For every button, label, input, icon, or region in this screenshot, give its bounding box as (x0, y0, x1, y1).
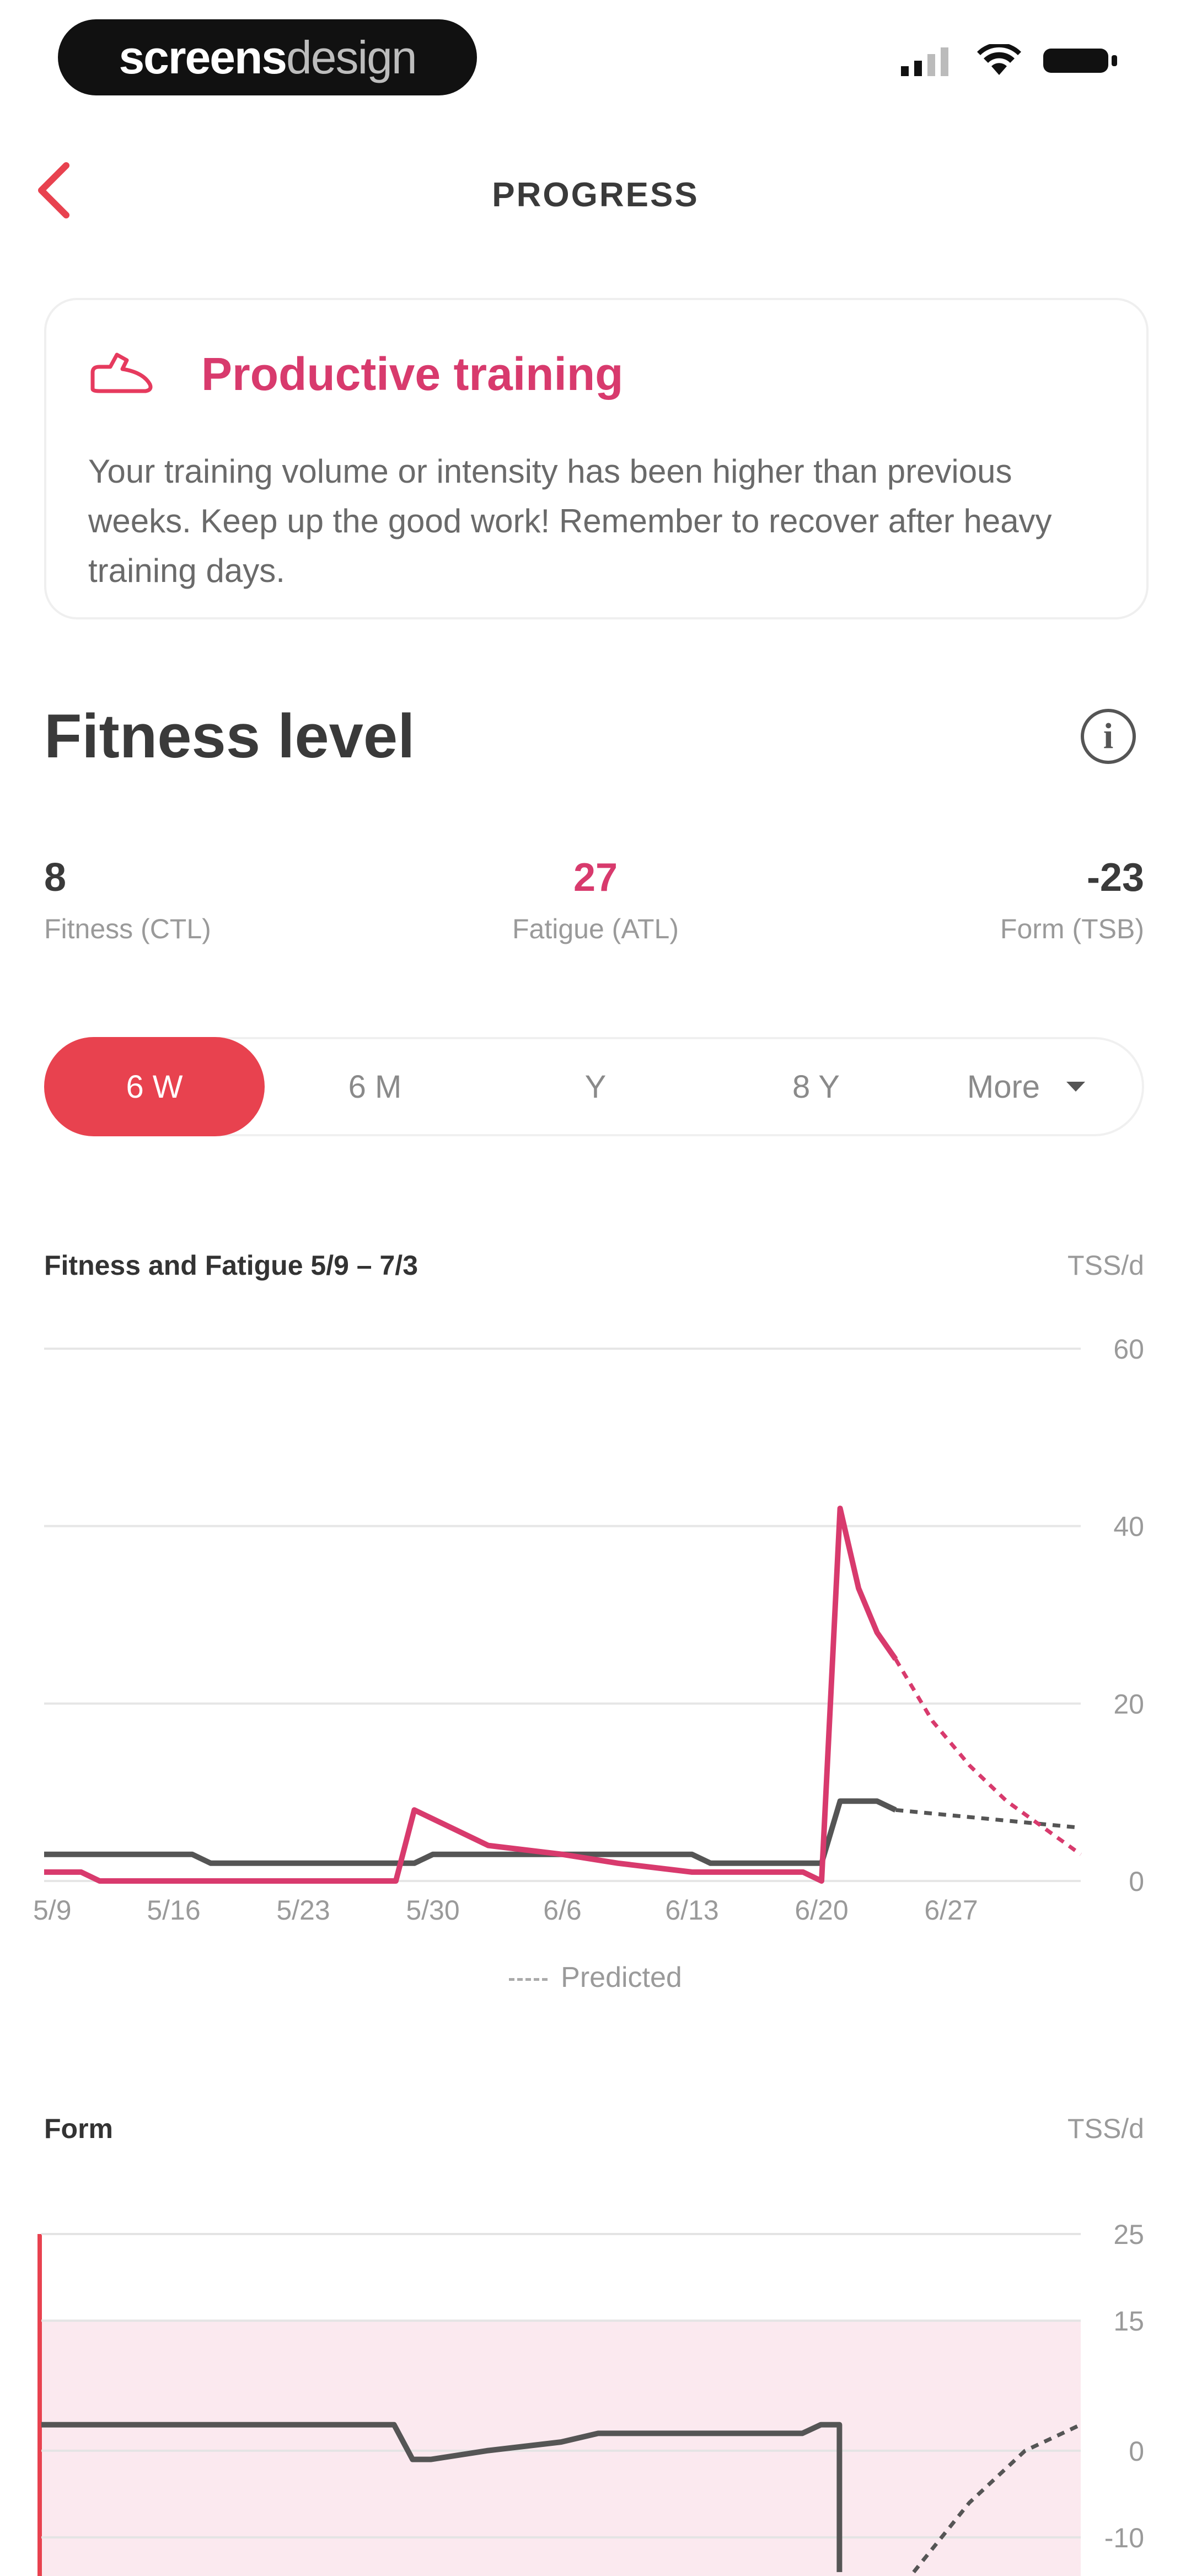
chart1-series-0-predicted (895, 1808, 1081, 1830)
chart1-x-tick-4: 6/6 (543, 1895, 582, 1926)
chart2-title: Form (44, 2113, 113, 2144)
tab-6w[interactable]: 6 W (44, 1037, 265, 1136)
chart1-y-tick-0: 0 (1129, 1866, 1144, 1897)
page-title: PROGRESS (492, 176, 699, 214)
info-button[interactable]: i (1081, 709, 1136, 764)
wifi-icon (977, 44, 1021, 75)
chart2-y-tick-3: -10 (1104, 2522, 1144, 2553)
tab-more-label: More (967, 1068, 1040, 1105)
brand-main: screens (119, 31, 287, 83)
tab-6m[interactable]: 6 M (265, 1037, 485, 1136)
chart1-y-tick-3: 60 (1113, 1334, 1144, 1365)
form-chart: 25 15 0 -10 (37, 2219, 1144, 2576)
card-title: Productive training (201, 348, 624, 400)
caret-down-icon (1066, 1082, 1086, 1092)
chart1-series-0-line (44, 1798, 897, 1866)
chart1-series-1-line (44, 1505, 898, 1884)
chart1-x-tick-5: 6/13 (665, 1895, 718, 1926)
chart1-x-tick-2: 5/23 (276, 1895, 330, 1926)
metric-fatigue-value: 27 (573, 856, 618, 900)
fitness-fatigue-chart: 0 20 40 60 5/9 5/16 5/23 5/30 6/6 6/13 6/20 6/27 (33, 1334, 1144, 1926)
card-description: Your training volume or intensity has be… (88, 453, 1052, 589)
chart2-unit: TSS/d (1067, 2113, 1144, 2144)
tab-year[interactable]: Y (485, 1037, 706, 1136)
metric-form-label: Form (TSB) (1000, 913, 1144, 944)
status-icons (901, 44, 1119, 77)
chart1-x-tick-1: 5/16 (147, 1895, 200, 1926)
section-title: Fitness level (44, 702, 415, 771)
legend-predicted-label: Predicted (561, 1962, 682, 1994)
info-icon: i (1103, 716, 1114, 756)
tab-more[interactable]: More (926, 1037, 1130, 1136)
chart1-y-tick-1: 20 (1113, 1688, 1144, 1719)
chart1-x-tick-0: 5/9 (33, 1895, 72, 1926)
training-shoe-icon (88, 350, 154, 400)
chart2-y-tick-1: 15 (1113, 2306, 1144, 2337)
chart2-y-tick-0: 25 (1113, 2219, 1144, 2250)
brand-light: design (286, 31, 417, 83)
chart1-x-tick-6: 6/20 (795, 1895, 848, 1926)
chart1-legend: Predicted (0, 1961, 1191, 1994)
cellular-signal-icon (901, 47, 948, 76)
chart1-x-tick-7: 6/27 (924, 1895, 978, 1926)
tab-8y[interactable]: 8 Y (706, 1037, 926, 1136)
chart1-unit: TSS/d (1067, 1250, 1144, 1281)
chart2-y-tick-2: 0 (1129, 2436, 1144, 2467)
predicted-dash-icon (509, 1978, 548, 1981)
brand-watermark: screens design (58, 19, 477, 95)
metric-form-value: -23 (1086, 856, 1144, 900)
chart1-y-tick-2: 40 (1113, 1511, 1144, 1542)
chart1-x-tick-3: 5/30 (406, 1895, 459, 1926)
chart1-title: Fitness and Fatigue 5/9 – 7/3 (44, 1250, 419, 1281)
battery-icon (1043, 49, 1117, 73)
